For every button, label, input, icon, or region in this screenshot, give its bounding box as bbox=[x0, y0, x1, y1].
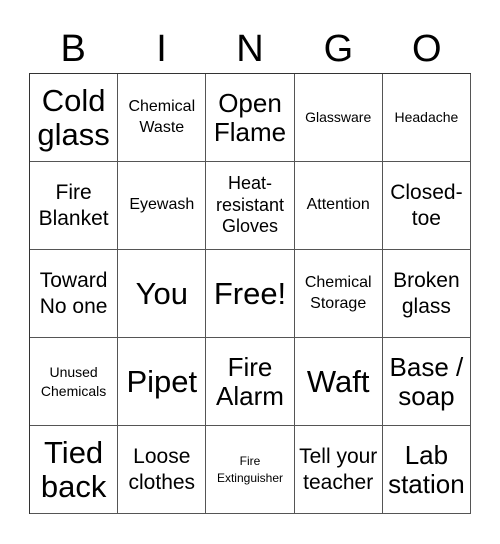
header-letter-b: B bbox=[60, 28, 86, 70]
bingo-cell[interactable]: Unused Chemicals bbox=[30, 338, 119, 426]
bingo-cell[interactable]: Open Flame bbox=[206, 74, 295, 162]
bingo-card-grid: Cold glass Chemical Waste Open Flame Gla… bbox=[29, 73, 471, 514]
header-letter-n: N bbox=[236, 28, 264, 70]
bingo-cell[interactable]: Base / soap bbox=[382, 338, 471, 426]
bingo-cell[interactable]: Chemical Waste bbox=[118, 74, 207, 162]
bingo-cell[interactable]: Loose clothes bbox=[118, 426, 207, 514]
bingo-cell[interactable]: Tell your teacher bbox=[294, 426, 383, 514]
bingo-cell[interactable]: Fire Blanket bbox=[30, 162, 119, 250]
header-letter-i: I bbox=[156, 28, 167, 70]
bingo-cell[interactable]: You bbox=[118, 250, 207, 338]
bingo-cell[interactable]: Glassware bbox=[294, 74, 383, 162]
bingo-cell[interactable]: Closed-toe bbox=[382, 162, 471, 250]
bingo-cell[interactable]: Cold glass bbox=[30, 74, 119, 162]
header-letter-g: G bbox=[323, 28, 354, 70]
bingo-cell[interactable]: Fire Alarm bbox=[206, 338, 295, 426]
bingo-cell[interactable]: Pipet bbox=[118, 338, 207, 426]
bingo-cell-free[interactable]: Free! bbox=[206, 250, 295, 338]
bingo-cell[interactable]: Attention bbox=[294, 162, 383, 250]
bingo-cell[interactable]: Toward No one bbox=[30, 250, 119, 338]
bingo-header: B I N G O bbox=[29, 24, 471, 74]
bingo-cell[interactable]: Broken glass bbox=[382, 250, 471, 338]
bingo-cell[interactable]: Lab station bbox=[382, 426, 471, 514]
bingo-cell[interactable]: Chemical Storage bbox=[294, 250, 383, 338]
bingo-cell[interactable]: Eyewash bbox=[118, 162, 207, 250]
bingo-cell[interactable]: Heat-resistant Gloves bbox=[206, 162, 295, 250]
header-letter-o: O bbox=[411, 28, 442, 70]
bingo-cell[interactable]: Headache bbox=[382, 74, 471, 162]
bingo-cell[interactable]: Tied back bbox=[30, 426, 119, 514]
bingo-cell[interactable]: Waft bbox=[294, 338, 383, 426]
bingo-cell[interactable]: Fire Extinguisher bbox=[206, 426, 295, 514]
